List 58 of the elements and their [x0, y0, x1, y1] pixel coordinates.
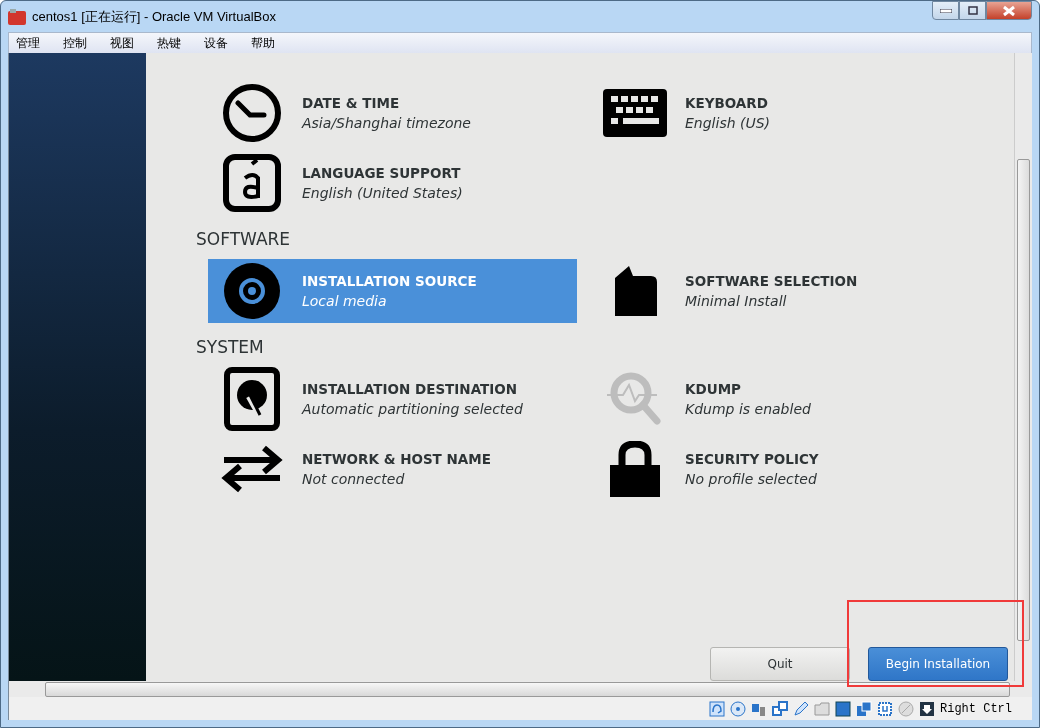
spoke-title: SECURITY POLICY — [685, 451, 819, 467]
pen-icon[interactable] — [793, 700, 809, 717]
keyboard-icon — [603, 89, 667, 137]
windows-icon[interactable] — [856, 700, 872, 717]
spoke-status: Automatic partitioning selected — [302, 401, 523, 417]
close-icon — [1002, 4, 1016, 17]
lock-icon — [610, 441, 660, 497]
spoke-title: SOFTWARE SELECTION — [685, 273, 858, 289]
spoke-status: No profile selected — [685, 471, 818, 487]
spoke-status: Kdump is enabled — [685, 401, 811, 417]
host-key-label: Right Ctrl — [940, 701, 1012, 716]
app-icon — [8, 8, 26, 25]
maximize-button[interactable] — [959, 1, 986, 20]
spoke-title: NETWORK & HOST NAME — [302, 451, 491, 467]
spoke-status: Asia/Shanghai timezone — [302, 115, 471, 131]
spoke-item[interactable]: NETWORK & HOST NAME Not connected — [208, 437, 577, 501]
menu-item[interactable]: 帮助 — [244, 34, 284, 52]
begin-button[interactable]: Begin Installation — [868, 647, 1008, 681]
spoke-status: English (US) — [685, 115, 771, 131]
spoke-status: Not connected — [302, 471, 406, 487]
horizontal-scrollbar[interactable] — [8, 681, 1032, 697]
quit-button[interactable]: Quit — [710, 647, 850, 681]
network-icon[interactable] — [772, 700, 788, 717]
spoke-item[interactable]: KEYBOARD English (US) — [591, 81, 960, 145]
spoke-status: Minimal Install — [685, 293, 788, 309]
minimize-icon — [939, 8, 952, 13]
arrow-down-icon[interactable] — [919, 700, 935, 717]
maximize-icon — [967, 6, 978, 15]
spoke-item[interactable]: DATE & TIME Asia/Shanghai timezone — [208, 81, 577, 145]
spoke-title: INSTALLATION SOURCE — [302, 273, 477, 289]
menu-item[interactable]: 设备 — [197, 34, 237, 52]
section-title: SOFTWARE — [196, 229, 292, 249]
clock-icon — [222, 83, 282, 143]
spoke-title: KDUMP — [685, 381, 742, 397]
spoke-item[interactable]: INSTALLATION DESTINATION Automatic partitioning selected — [208, 367, 577, 431]
monitor-icon[interactable] — [835, 700, 851, 717]
spoke-title: DATE & TIME — [302, 95, 401, 111]
menu-item[interactable]: 控制 — [56, 34, 96, 52]
menu-item[interactable]: 视图 — [103, 34, 143, 52]
section-title: SYSTEM — [196, 337, 265, 357]
disc-icon — [222, 261, 282, 321]
chip-icon[interactable] — [877, 700, 893, 717]
vertical-scrollbar[interactable] — [1014, 53, 1032, 681]
spoke-item[interactable]: SOFTWARE SELECTION Minimal Install — [591, 259, 960, 323]
close-button[interactable] — [986, 1, 1032, 20]
spoke-item[interactable]: SECURITY POLICY No profile selected — [591, 437, 960, 501]
spoke-status: English (United States) — [302, 185, 463, 201]
letter-a-icon — [223, 154, 281, 212]
menu-item[interactable]: 热键 — [150, 34, 190, 52]
spoke-status: Local media — [302, 293, 388, 309]
spoke-title: KEYBOARD — [685, 95, 769, 111]
spoke-item[interactable]: LANGUAGE SUPPORT English (United States) — [208, 151, 577, 215]
spoke-title: LANGUAGE SUPPORT — [302, 165, 462, 181]
disc-icon[interactable] — [730, 700, 746, 717]
window-title: centos1 [正在运行] - Oracle VM VirtualBox — [32, 7, 276, 26]
menu-item[interactable]: 管理 — [9, 34, 49, 52]
spoke-title: INSTALLATION DESTINATION — [302, 381, 519, 397]
minimize-button[interactable] — [932, 1, 959, 20]
